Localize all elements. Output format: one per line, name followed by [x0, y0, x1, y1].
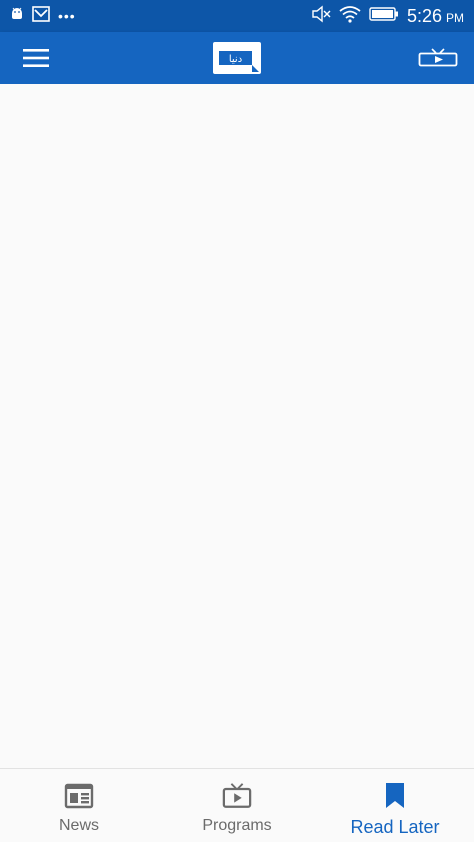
nav-read-later[interactable]: Read Later: [316, 769, 474, 842]
live-tv-icon: [418, 48, 458, 67]
menu-icon: [23, 49, 49, 67]
app-bar: دنیا: [0, 32, 474, 84]
menu-button[interactable]: [18, 42, 54, 74]
nav-read-later-label: Read Later: [350, 817, 440, 837]
status-clock: 5:26 PM: [407, 6, 464, 27]
nav-news[interactable]: News: [0, 769, 158, 842]
live-tv-button[interactable]: [416, 44, 460, 72]
status-time: 5:26: [406, 5, 442, 26]
mute-icon: [311, 5, 331, 28]
status-left-icons: •••: [10, 5, 76, 27]
more-dots-icon: •••: [58, 8, 76, 24]
nav-news-label: News: [58, 817, 99, 834]
nav-programs[interactable]: Programs: [158, 769, 316, 842]
read-later-content: [0, 84, 474, 768]
logo-text: دنیا: [229, 54, 242, 65]
status-ampm: PM: [446, 10, 464, 25]
battery-icon: [369, 6, 399, 26]
nav-programs-label: Programs: [202, 817, 272, 834]
bottom-navigation: News Programs Read Later: [0, 768, 474, 842]
android-icon: [10, 7, 24, 26]
app-screen: ••• 5:26 PM دنیا News Programs Read Late…: [0, 0, 474, 842]
wifi-icon: [339, 5, 361, 28]
news-icon: [64, 783, 94, 809]
tv-icon: [222, 783, 252, 808]
logo-icon: دنیا: [213, 42, 261, 74]
bookmark-icon: [386, 783, 404, 808]
status-right-icons: 5:26 PM: [311, 4, 464, 28]
gmail-icon: [32, 5, 50, 27]
app-logo[interactable]: دنیا: [213, 42, 261, 74]
status-bar: ••• 5:26 PM: [0, 0, 474, 32]
